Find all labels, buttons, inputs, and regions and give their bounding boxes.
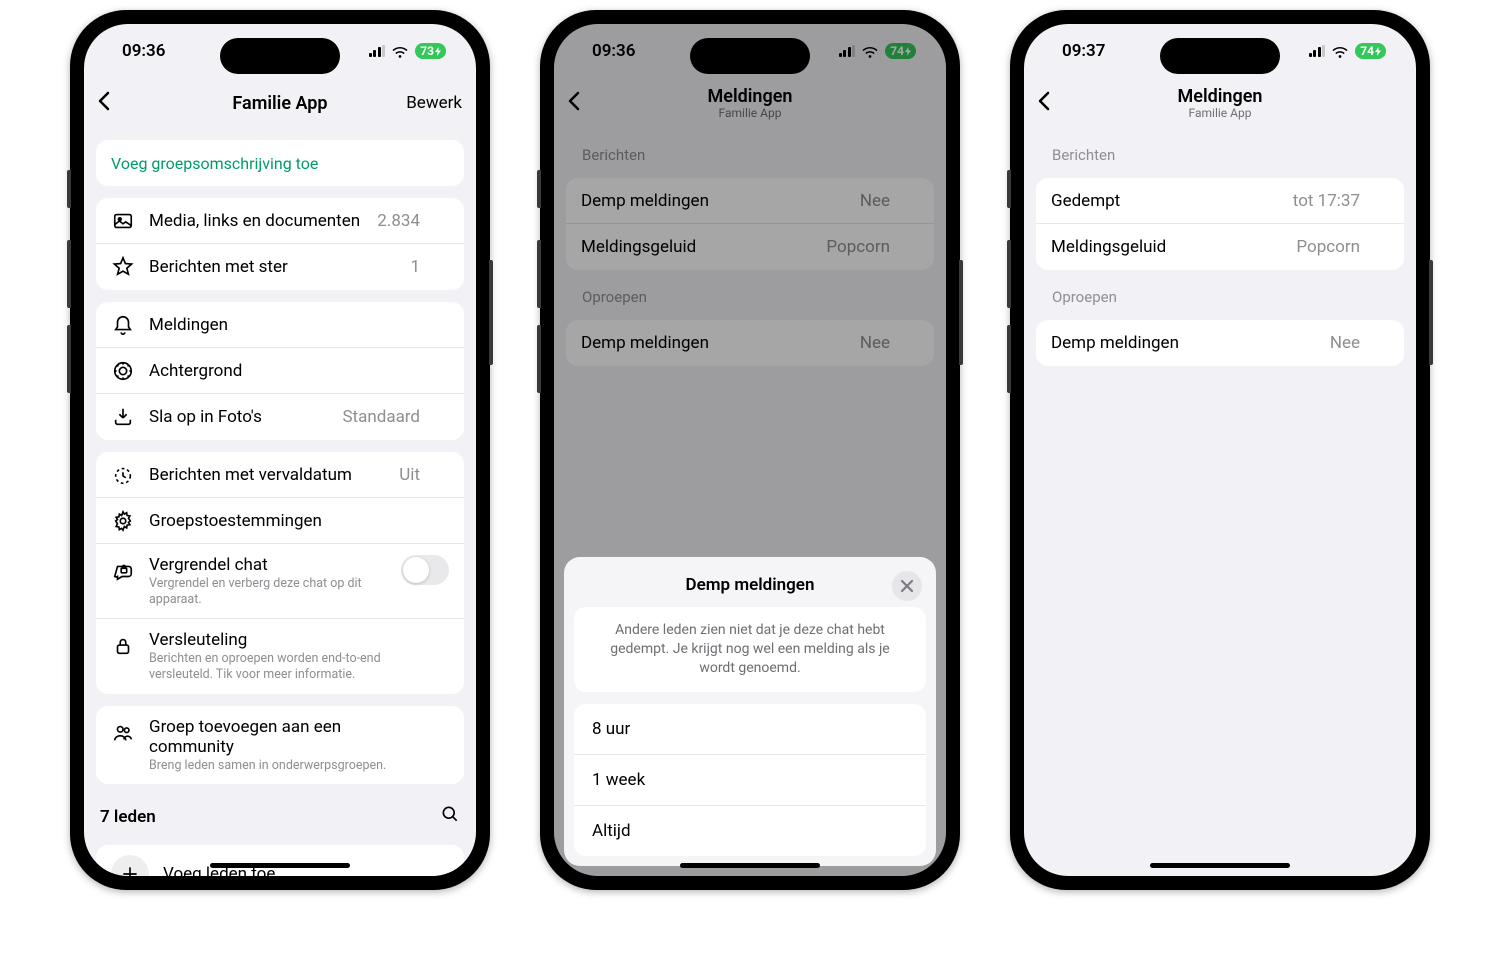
wifi-icon bbox=[391, 44, 409, 58]
encryption-row[interactable]: Versleuteling Berichten en oproepen word… bbox=[96, 619, 464, 693]
search-members-button[interactable] bbox=[440, 804, 460, 829]
lock-icon bbox=[111, 634, 135, 658]
sheet-title: Demp meldingen bbox=[686, 575, 815, 595]
back-button[interactable] bbox=[1038, 89, 1068, 117]
group-permissions-row[interactable]: Groepstoestemmingen bbox=[96, 498, 464, 544]
close-button[interactable] bbox=[892, 571, 922, 601]
starred-count: 1 bbox=[410, 257, 420, 277]
add-members-row[interactable]: Voeg leden toe bbox=[96, 845, 464, 876]
wifi-icon bbox=[1331, 44, 1349, 58]
calls-mute-row[interactable]: Demp meldingen Nee bbox=[1036, 320, 1404, 366]
phone-notifications-sheet: 09:36 74 Meldingen Familie App Berichten… bbox=[540, 10, 960, 890]
dynamic-island bbox=[220, 38, 340, 74]
starred-messages-row[interactable]: Berichten met ster 1 bbox=[96, 244, 464, 290]
home-indicator[interactable] bbox=[210, 863, 350, 868]
wallpaper-icon bbox=[111, 359, 135, 383]
muted-status-row[interactable]: Gedempt tot 17:37 bbox=[1036, 178, 1404, 224]
back-button[interactable] bbox=[98, 89, 128, 117]
cellular-icon bbox=[369, 45, 386, 57]
media-icon bbox=[111, 209, 135, 233]
media-count: 2.834 bbox=[377, 211, 420, 231]
cellular-icon bbox=[1309, 45, 1326, 57]
lock-chat-row[interactable]: Vergrendel chat Vergrendel en verberg de… bbox=[96, 544, 464, 619]
mute-option-always[interactable]: Altijd bbox=[574, 806, 926, 856]
mute-duration-sheet: Demp meldingen Andere leden zien niet da… bbox=[564, 557, 936, 866]
battery-indicator: 74 bbox=[1355, 43, 1386, 59]
notifications-row[interactable]: Meldingen bbox=[96, 302, 464, 348]
status-time: 09:36 bbox=[122, 41, 165, 61]
bell-icon bbox=[111, 313, 135, 337]
sheet-description: Andere leden zien niet dat je deze chat … bbox=[574, 607, 926, 692]
page-subtitle: Familie App bbox=[1024, 106, 1416, 120]
members-header: 7 leden bbox=[96, 784, 464, 833]
phone-group-info: 09:36 73 Familie App Bewerk Voeg groepso… bbox=[70, 10, 490, 890]
section-calls: Oproepen bbox=[1036, 270, 1404, 308]
timer-icon bbox=[111, 463, 135, 487]
mute-option-1-week[interactable]: 1 week bbox=[574, 755, 926, 806]
wallpaper-row[interactable]: Achtergrond bbox=[96, 348, 464, 394]
section-messages: Berichten bbox=[1036, 128, 1404, 166]
add-description-row[interactable]: Voeg groepsomschrijving toe bbox=[96, 140, 464, 186]
lock-chat-icon bbox=[111, 559, 135, 583]
home-indicator[interactable] bbox=[680, 863, 820, 868]
nav-bar: Familie App Bewerk bbox=[84, 78, 476, 128]
dynamic-island bbox=[1160, 38, 1280, 74]
lock-chat-toggle[interactable] bbox=[401, 555, 449, 585]
notification-sound-row[interactable]: Meldingsgeluid Popcorn bbox=[1036, 224, 1404, 270]
media-links-docs-row[interactable]: Media, links en documenten 2.834 bbox=[96, 198, 464, 244]
gear-icon bbox=[111, 509, 135, 533]
nav-bar: Meldingen Familie App bbox=[1024, 78, 1416, 128]
add-to-community-row[interactable]: Groep toevoegen aan een community Breng … bbox=[96, 706, 464, 785]
download-icon bbox=[111, 405, 135, 429]
dynamic-island bbox=[690, 38, 810, 74]
edit-button[interactable]: Bewerk bbox=[406, 93, 462, 113]
disappearing-messages-row[interactable]: Berichten met vervaldatum Uit bbox=[96, 452, 464, 498]
status-time: 09:37 bbox=[1062, 41, 1105, 61]
plus-icon bbox=[111, 855, 149, 876]
phone-notifications-muted: 09:37 74 Meldingen Familie App Berichten… bbox=[1010, 10, 1430, 890]
battery-indicator: 73 bbox=[415, 43, 446, 59]
mute-option-8-hours[interactable]: 8 uur bbox=[574, 704, 926, 755]
save-photos-row[interactable]: Sla op in Foto's Standaard bbox=[96, 394, 464, 440]
community-icon bbox=[111, 721, 135, 745]
page-title: Meldingen bbox=[1024, 86, 1416, 107]
home-indicator[interactable] bbox=[1150, 863, 1290, 868]
star-icon bbox=[111, 255, 135, 279]
